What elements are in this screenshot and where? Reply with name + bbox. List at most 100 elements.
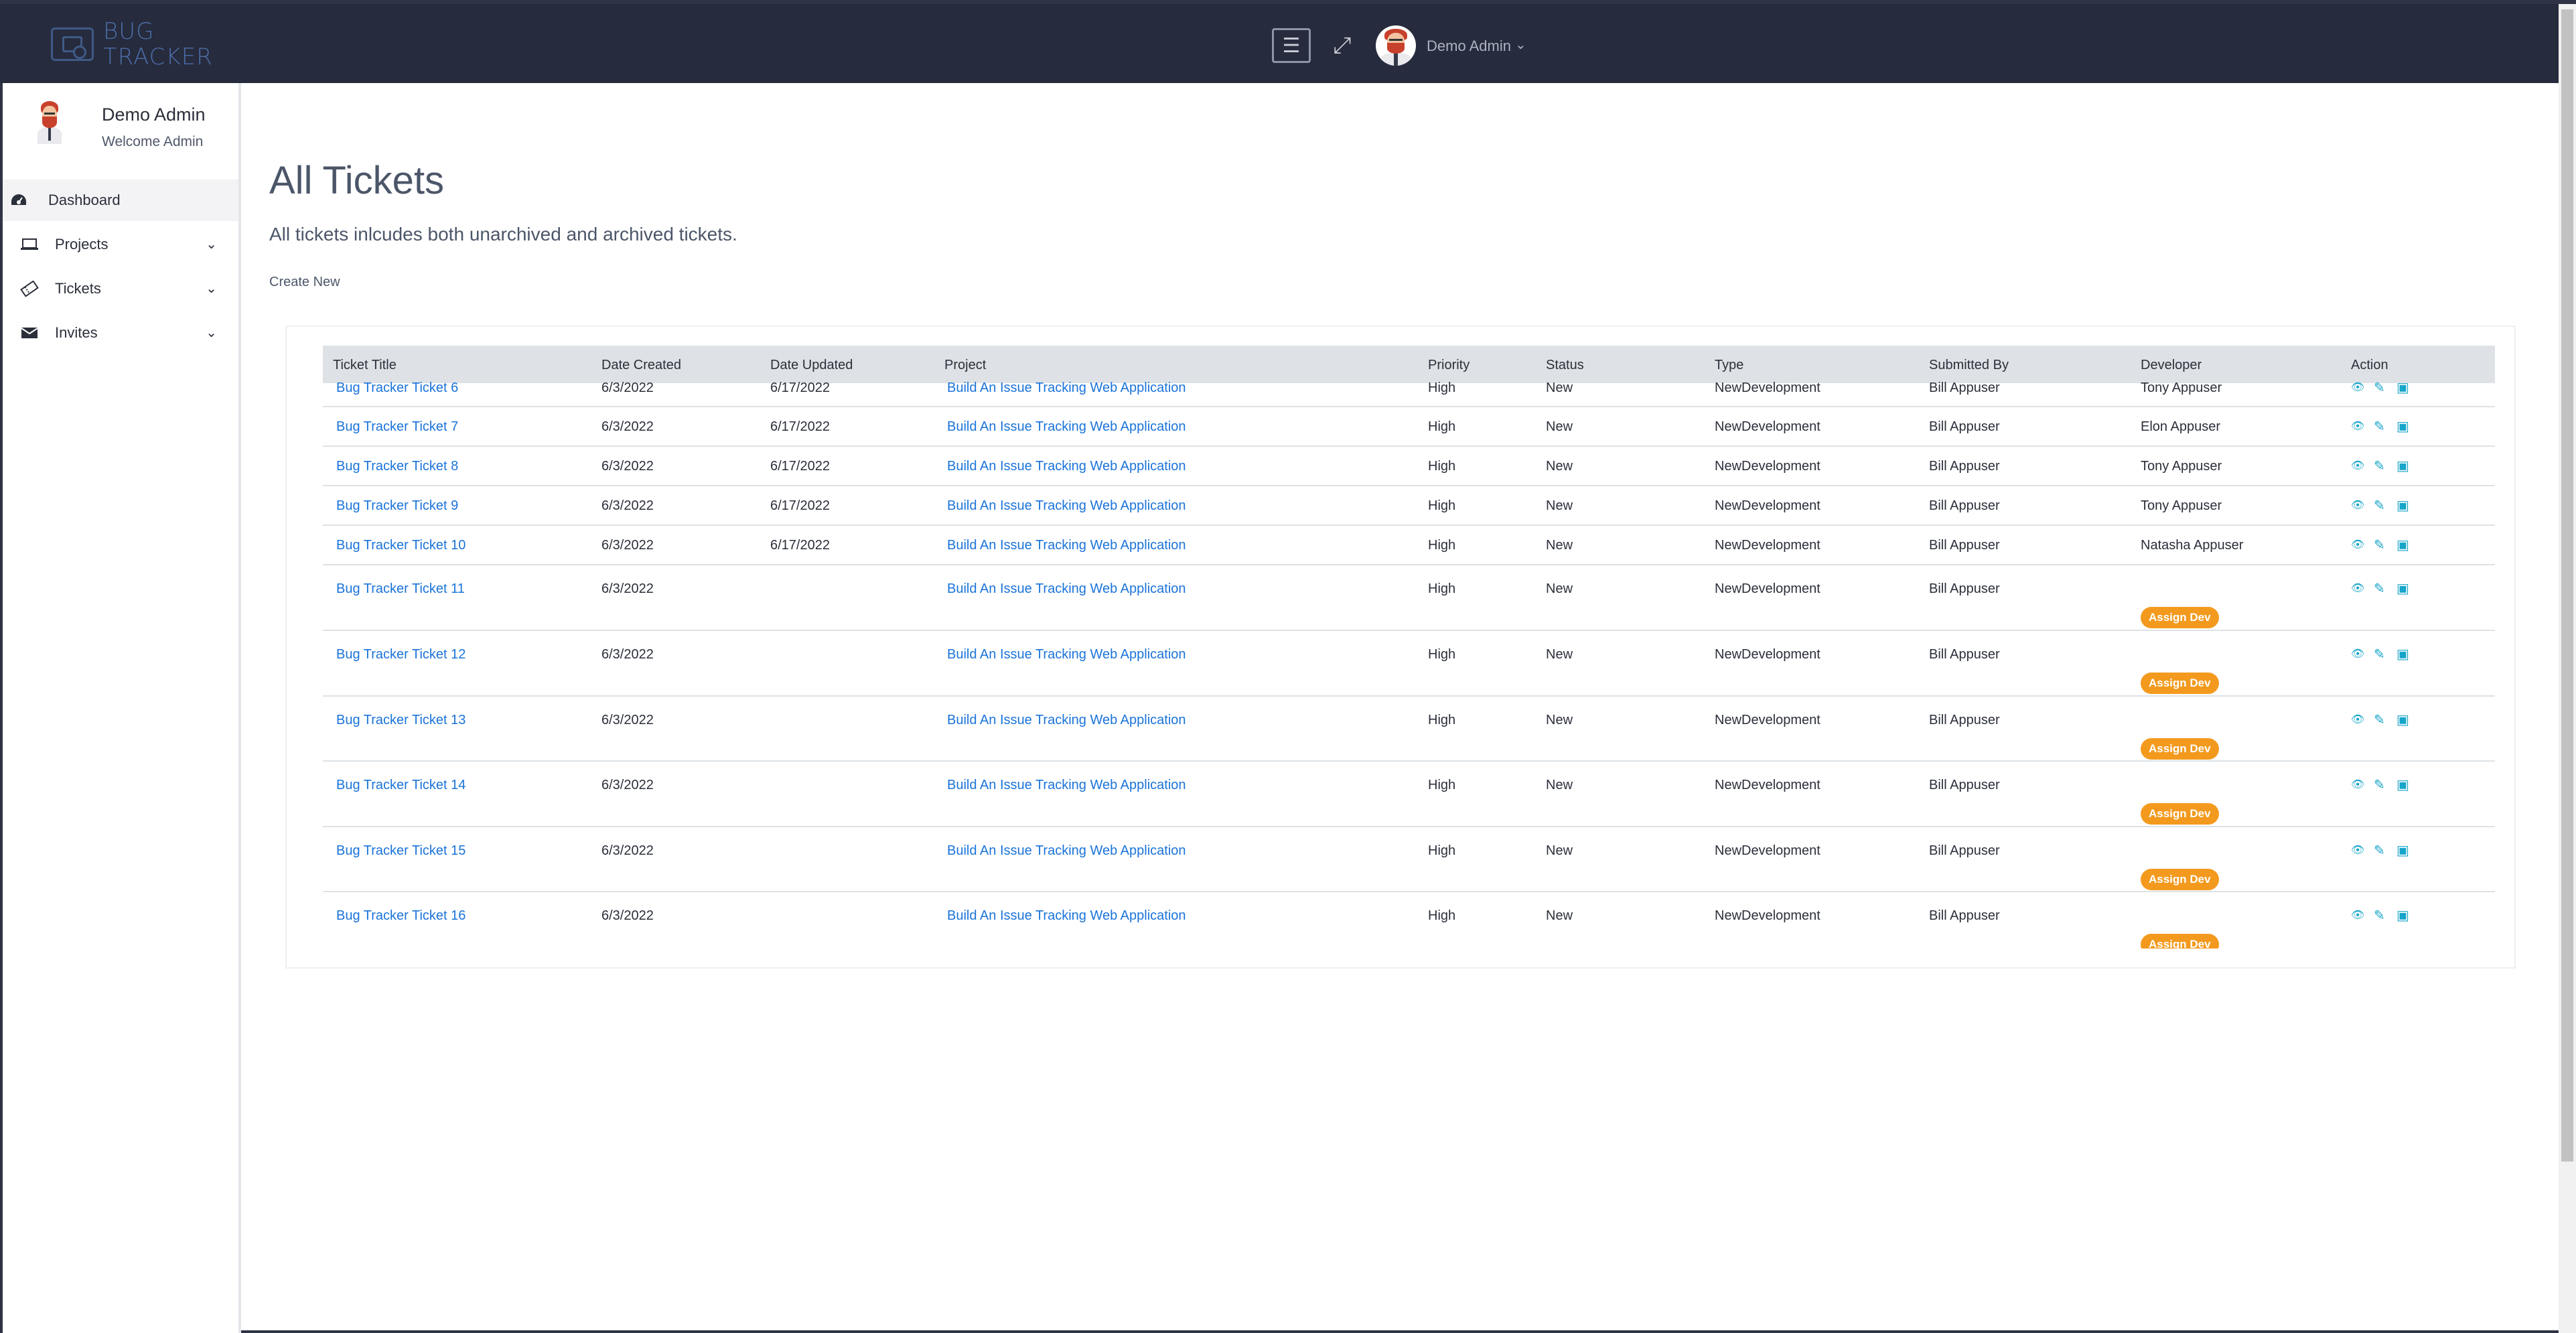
ticket-title-link[interactable]: Bug Tracker Ticket 13	[336, 713, 466, 728]
header-project[interactable]: Project	[944, 358, 986, 373]
eye-icon[interactable]: 👁	[2351, 908, 2364, 922]
header-submitted-by[interactable]: Submitted By	[1929, 358, 2009, 373]
project-link[interactable]: Build An Issue Tracking Web Application	[947, 419, 1186, 435]
ticket-title-link[interactable]: Bug Tracker Ticket 10	[336, 538, 466, 553]
cell-submitted-by: Bill Appuser	[1929, 498, 2000, 513]
cell-status: New	[1546, 713, 1573, 727]
cell-submitted-by: Bill Appuser	[1929, 713, 2000, 727]
sidebar-item-invites[interactable]: Invites ⌄	[3, 312, 238, 354]
project-link[interactable]: Build An Issue Tracking Web Application	[947, 581, 1186, 597]
archive-icon[interactable]: ▣	[2396, 537, 2409, 553]
cell-priority: High	[1428, 778, 1456, 792]
cell-date-created: 6/3/2022	[601, 647, 654, 662]
project-link[interactable]: Build An Issue Tracking Web Application	[947, 908, 1186, 924]
assign-dev-button[interactable]: Assign Dev	[2141, 934, 2219, 949]
fullscreen-button[interactable]: ⤢	[1330, 33, 1354, 58]
cell-type: NewDevelopment	[1715, 908, 1820, 923]
cell-submitted-by: Bill Appuser	[1929, 647, 2000, 662]
archive-icon[interactable]: ▣	[2396, 497, 2409, 514]
ticket-title-link[interactable]: Bug Tracker Ticket 14	[336, 778, 466, 793]
header-type[interactable]: Type	[1715, 358, 1743, 373]
pencil-icon[interactable]: ✎	[2374, 842, 2385, 859]
ticket-title-link[interactable]: Bug Tracker Ticket 8	[336, 459, 458, 474]
eye-icon[interactable]: 👁	[2351, 538, 2364, 551]
header-priority[interactable]: Priority	[1428, 358, 1470, 373]
page-scrollbar-thumb[interactable]	[2561, 9, 2573, 1162]
project-link[interactable]: Build An Issue Tracking Web Application	[947, 380, 1186, 396]
eye-icon[interactable]: 👁	[2351, 647, 2364, 660]
pencil-icon[interactable]: ✎	[2374, 497, 2385, 514]
archive-icon[interactable]: ▣	[2396, 379, 2409, 396]
sidebar-item-label: Projects	[55, 236, 109, 253]
archive-icon[interactable]: ▣	[2396, 580, 2409, 597]
archive-icon[interactable]: ▣	[2396, 418, 2409, 435]
cell-submitted-by: Bill Appuser	[1929, 581, 2000, 596]
user-avatar[interactable]	[1376, 25, 1416, 66]
assign-dev-button[interactable]: Assign Dev	[2141, 607, 2219, 628]
ticket-title-link[interactable]: Bug Tracker Ticket 16	[336, 908, 466, 924]
ticket-title-link[interactable]: Bug Tracker Ticket 12	[336, 647, 466, 662]
archive-icon[interactable]: ▣	[2396, 776, 2409, 793]
table-row: Bug Tracker Ticket 9 6/3/2022 6/17/2022 Bui…	[323, 486, 2495, 526]
table-row: Bug Tracker Ticket 8 6/3/2022 6/17/2022 Bui…	[323, 447, 2495, 486]
cell-date-created: 6/3/2022	[601, 908, 654, 923]
eye-icon[interactable]: 👁	[2351, 843, 2364, 857]
assign-dev-button[interactable]: Assign Dev	[2141, 738, 2219, 760]
header-developer[interactable]: Developer	[2141, 358, 2202, 373]
chevron-down-icon[interactable]: ⌄	[1515, 36, 1526, 53]
assign-dev-button[interactable]: Assign Dev	[2141, 869, 2219, 890]
header-date-created[interactable]: Date Created	[601, 358, 681, 373]
ticket-title-link[interactable]: Bug Tracker Ticket 9	[336, 498, 458, 514]
project-link[interactable]: Build An Issue Tracking Web Application	[947, 498, 1186, 514]
eye-icon[interactable]: 👁	[2351, 380, 2364, 394]
header-status[interactable]: Status	[1546, 358, 1584, 373]
pencil-icon[interactable]: ✎	[2374, 379, 2385, 396]
archive-icon[interactable]: ▣	[2396, 646, 2409, 662]
archive-icon[interactable]: ▣	[2396, 711, 2409, 728]
sidebar-toggle-button[interactable]: ☰	[1272, 28, 1311, 63]
eye-icon[interactable]: 👁	[2351, 581, 2364, 595]
sidebar-item-tickets[interactable]: Tickets ⌄	[3, 268, 238, 309]
ticket-title-link[interactable]: Bug Tracker Ticket 15	[336, 843, 466, 859]
pencil-icon[interactable]: ✎	[2374, 537, 2385, 553]
ticket-title-link[interactable]: Bug Tracker Ticket 7	[336, 419, 458, 435]
pencil-icon[interactable]: ✎	[2374, 776, 2385, 793]
project-link[interactable]: Build An Issue Tracking Web Application	[947, 843, 1186, 859]
pencil-icon[interactable]: ✎	[2374, 711, 2385, 728]
ticket-title-link[interactable]: Bug Tracker Ticket 6	[336, 380, 458, 396]
pencil-icon[interactable]: ✎	[2374, 418, 2385, 435]
sidebar-item-dashboard[interactable]: Dashboard	[3, 180, 238, 221]
page-scrollbar[interactable]	[2559, 4, 2576, 1333]
table-row: Bug Tracker Ticket 15 6/3/2022 Build An Is…	[323, 827, 2495, 892]
eye-icon[interactable]: 👁	[2351, 419, 2364, 433]
create-new-link[interactable]: Create New	[269, 275, 340, 290]
assign-dev-button[interactable]: Assign Dev	[2141, 673, 2219, 694]
pencil-icon[interactable]: ✎	[2374, 907, 2385, 924]
project-link[interactable]: Build An Issue Tracking Web Application	[947, 647, 1186, 662]
user-menu-name[interactable]: Demo Admin	[1427, 38, 1511, 55]
eye-icon[interactable]: 👁	[2351, 778, 2364, 791]
pencil-icon[interactable]: ✎	[2374, 458, 2385, 474]
cell-date-created: 6/3/2022	[601, 419, 654, 434]
header-ticket-title[interactable]: Ticket Title	[333, 358, 397, 373]
page-subtitle: All tickets inlcudes both unarchived and…	[269, 224, 737, 244]
eye-icon[interactable]: 👁	[2351, 459, 2364, 472]
project-link[interactable]: Build An Issue Tracking Web Application	[947, 778, 1186, 793]
project-link[interactable]: Build An Issue Tracking Web Application	[947, 713, 1186, 728]
eye-icon[interactable]: 👁	[2351, 713, 2364, 726]
project-link[interactable]: Build An Issue Tracking Web Application	[947, 538, 1186, 553]
pencil-icon[interactable]: ✎	[2374, 580, 2385, 597]
brand-logo-link[interactable]: BUG TRACKER	[51, 16, 213, 72]
cell-type: NewDevelopment	[1715, 419, 1820, 434]
archive-icon[interactable]: ▣	[2396, 842, 2409, 859]
sidebar-item-projects[interactable]: Projects ⌄	[3, 224, 238, 265]
header-date-updated[interactable]: Date Updated	[770, 358, 853, 373]
assign-dev-button[interactable]: Assign Dev	[2141, 803, 2219, 825]
pencil-icon[interactable]: ✎	[2374, 646, 2385, 662]
ticket-title-link[interactable]: Bug Tracker Ticket 11	[336, 581, 465, 597]
archive-icon[interactable]: ▣	[2396, 907, 2409, 924]
archive-icon[interactable]: ▣	[2396, 458, 2409, 474]
project-link[interactable]: Build An Issue Tracking Web Application	[947, 459, 1186, 474]
eye-icon[interactable]: 👁	[2351, 498, 2364, 512]
cell-status: New	[1546, 380, 1573, 395]
